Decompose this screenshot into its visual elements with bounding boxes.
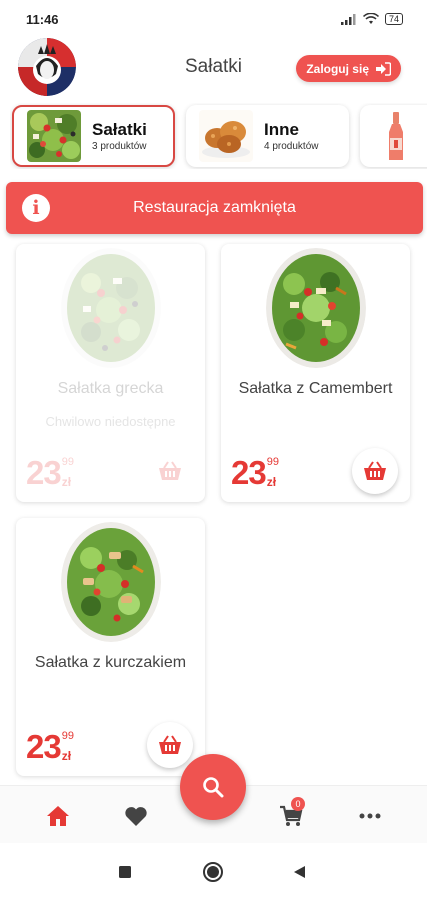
product-name: Sałatka z kurczakiem [34,654,187,671]
product-image [61,248,161,368]
product-price: 23 99 zł [231,456,279,489]
banner-text: Restauracja zamknięta [133,199,296,216]
basket-icon [159,461,181,480]
home-button-icon[interactable] [202,861,224,883]
price-currency: zł [61,475,72,489]
back-icon[interactable] [293,865,306,879]
add-to-cart-button[interactable] [147,722,193,768]
price-currency: zł [61,749,72,763]
system-navigation-bar [0,843,427,900]
restaurant-closed-banner: i Restauracja zamknięta [6,182,423,234]
product-card-salatka-z-camembert[interactable]: Sałatka z Camembert 23 99 zł [221,244,410,502]
add-to-cart-button[interactable] [147,448,193,494]
category-name: Sałatki [92,120,147,139]
battery-icon: 74 [384,13,403,25]
category-name: Inne [264,120,299,139]
add-to-cart-button[interactable] [352,448,398,494]
drink-category-image [376,110,416,162]
product-image [266,248,366,368]
basket-icon [364,461,386,480]
price-currency: zł [266,475,277,489]
product-price: 23 99 zł [26,456,74,489]
more-icon [359,813,381,819]
search-icon [203,777,224,798]
category-drinks-partial[interactable] [360,105,427,167]
product-price: 23 99 zł [26,730,74,763]
sign-in-icon [376,61,391,76]
product-image [61,522,161,642]
category-salatki[interactable]: Sałatki 3 produktów [12,105,175,167]
nav-favorites[interactable] [121,803,151,829]
nav-more[interactable] [355,803,385,829]
cart-count-badge: 0 [291,797,305,811]
category-inne[interactable]: Inne 4 produktów [186,105,349,167]
signal-icon [340,13,356,25]
price-decimal: 99 [266,456,279,468]
category-list: Sałatki 3 produktów Inne 4 produktów [10,103,427,169]
product-card-salatka-grecka[interactable]: Sałatka grecka Chwilowo niedostępne 23 9… [16,244,205,502]
status-bar: 11:46 74 [0,0,427,34]
status-icons: 74 [340,13,403,25]
product-unavailable-label: Chwilowo niedostępne [45,414,176,429]
price-main: 23 [231,454,267,491]
wifi-icon [362,13,379,24]
nav-cart[interactable]: 0 [276,797,306,829]
salad-category-image [27,110,81,162]
category-count: 4 produktów [264,141,319,152]
product-card-salatka-z-kurczakiem[interactable]: Sałatka z kurczakiem 23 99 zł [16,518,205,776]
recent-apps-icon[interactable] [118,865,132,879]
nav-home[interactable] [43,803,73,829]
product-name: Sałatka z Camembert [238,380,393,397]
app-header: Sałatki Zaloguj się [0,38,427,98]
price-main: 23 [26,454,62,491]
category-count: 3 produktów [92,141,147,152]
login-label: Zaloguj się [306,61,369,76]
home-icon [47,806,69,826]
status-time: 11:46 [26,12,59,27]
price-decimal: 99 [61,730,74,742]
product-name: Sałatka grecka [57,380,164,397]
heart-icon [125,806,147,826]
price-decimal: 99 [61,456,74,468]
login-button[interactable]: Zaloguj się [296,55,401,82]
chicken-category-image [199,110,253,162]
search-button[interactable] [180,754,246,820]
price-main: 23 [26,728,62,765]
basket-icon [159,735,181,754]
